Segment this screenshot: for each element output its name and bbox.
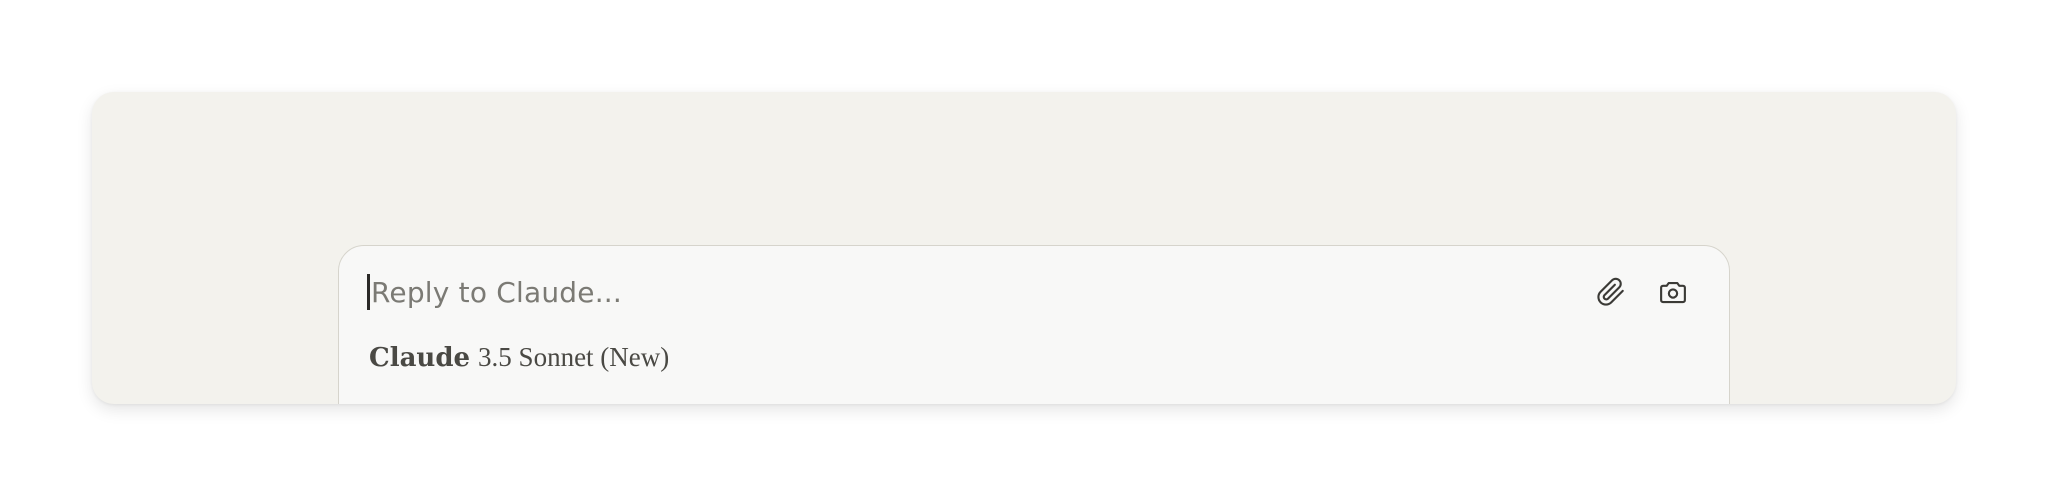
composer-actions [1595,276,1689,308]
model-brand: Claude [369,343,471,373]
text-caret [367,274,370,310]
reply-input[interactable]: Reply to Claude... [367,272,622,312]
reply-input-placeholder: Reply to Claude... [371,275,622,309]
model-selector[interactable]: Claude 3.5 Sonnet (New) [369,342,669,373]
screenshot-button[interactable] [1657,276,1689,308]
attach-file-button[interactable] [1595,276,1627,308]
model-version: 3.5 Sonnet (New) [478,342,670,372]
paperclip-icon [1597,277,1624,306]
camera-icon [1660,281,1686,304]
message-composer[interactable]: Reply to Claude... Claude 3.5 Sonnet (Ne… [338,245,1730,404]
chat-footer-panel: Reply to Claude... Claude 3.5 Sonnet (Ne… [92,92,1956,404]
